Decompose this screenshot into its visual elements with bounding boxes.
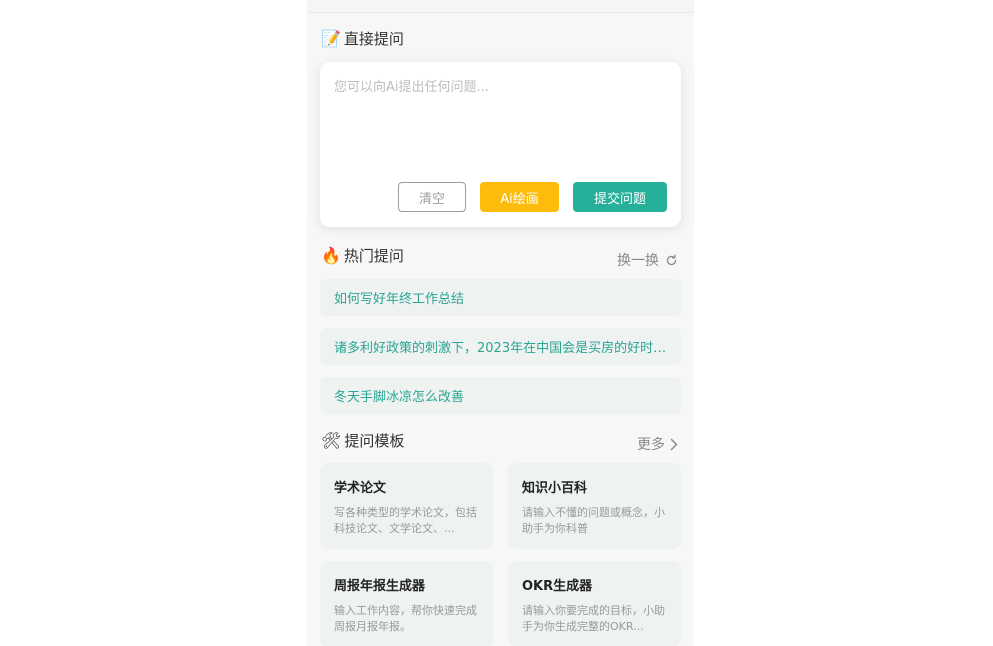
templates-section-title: 🛠 提问模板: [321, 430, 404, 451]
hot-question-item[interactable]: 冬天手脚冰凉怎么改善: [320, 377, 681, 414]
template-title: 知识小百科: [522, 481, 588, 496]
page-content: 📝 直接提问 清空 Ai绘画 提交问题 🔥 热门提问 换一换 如何写好年终工作总…: [307, 12, 694, 646]
hot-question-text: 诸多利好政策的刺激下，2023年在中国会是买房的好时机吗: [334, 341, 667, 356]
template-card[interactable]: 知识小百科 请输入不懂的问题或概念，小助手为你科普: [508, 463, 681, 549]
hot-title-text: 热门提问: [343, 247, 404, 265]
memo-icon: 📝: [321, 28, 341, 48]
hot-section-title: 🔥 热门提问: [321, 245, 404, 266]
more-label: 更多: [637, 437, 665, 453]
template-title: OKR生成器: [522, 579, 593, 594]
chevron-right-icon: [670, 438, 678, 451]
template-description: 请输入你要完成的目标，小助手为你生成完整的OKR...: [522, 604, 665, 633]
refresh-label: 换一换: [617, 253, 659, 269]
hot-question-text: 冬天手脚冰凉怎么改善: [334, 390, 465, 405]
template-title: 学术论文: [334, 481, 387, 496]
mobile-view: 📝 直接提问 清空 Ai绘画 提交问题 🔥 热门提问 换一换 如何写好年终工作总…: [307, 0, 694, 646]
ask-card: 清空 Ai绘画 提交问题: [320, 62, 681, 227]
ai-draw-button[interactable]: Ai绘画: [480, 182, 559, 212]
ask-section-title: 📝 直接提问: [321, 28, 404, 49]
clear-button[interactable]: 清空: [398, 182, 466, 212]
hot-question-item[interactable]: 诸多利好政策的刺激下，2023年在中国会是买房的好时机吗: [320, 328, 681, 365]
hot-question-item[interactable]: 如何写好年终工作总结: [320, 279, 681, 316]
question-input[interactable]: [334, 76, 664, 156]
template-card[interactable]: 学术论文 写各种类型的学术论文，包括科技论文、文学论文、...: [320, 463, 493, 549]
template-card[interactable]: OKR生成器 请输入你要完成的目标，小助手为你生成完整的OKR...: [508, 561, 681, 646]
template-description: 输入工作内容，帮你快速完成周报月报年报。: [334, 604, 477, 633]
template-card[interactable]: 周报年报生成器 输入工作内容，帮你快速完成周报月报年报。: [320, 561, 493, 646]
more-templates-link[interactable]: 更多: [637, 434, 678, 454]
ask-title-text: 直接提问: [343, 30, 404, 48]
refresh-icon: [665, 254, 678, 267]
tools-icon: 🛠: [321, 430, 342, 450]
refresh-button[interactable]: 换一换: [617, 250, 678, 270]
submit-question-button[interactable]: 提交问题: [573, 182, 667, 212]
templates-title-text: 提问模板: [344, 432, 405, 450]
fire-icon: 🔥: [321, 245, 341, 265]
hot-question-text: 如何写好年终工作总结: [334, 292, 465, 307]
template-title: 周报年报生成器: [334, 579, 426, 594]
template-description: 写各种类型的学术论文，包括科技论文、文学论文、...: [334, 506, 477, 535]
template-description: 请输入不懂的问题或概念，小助手为你科普: [522, 506, 665, 535]
